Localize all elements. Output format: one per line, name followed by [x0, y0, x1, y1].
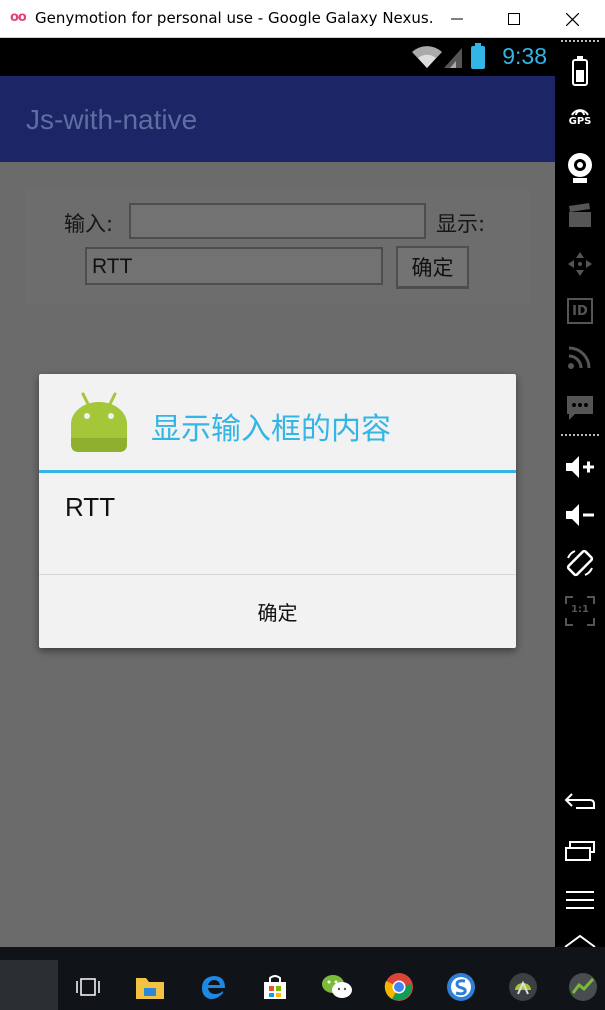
menu-icon — [566, 891, 594, 909]
dpad-icon — [568, 252, 592, 276]
back-icon — [564, 793, 595, 809]
signal-icon — [412, 46, 462, 68]
task-view-button[interactable] — [72, 971, 104, 1003]
volume-up-icon — [566, 456, 594, 478]
home-button[interactable] — [555, 934, 605, 948]
start-area — [0, 960, 58, 1010]
volume-down-icon — [566, 504, 594, 526]
dialog-title-divider — [39, 470, 516, 473]
close-icon — [565, 12, 579, 26]
emulator-toolbar: GPS ID 1:1 — [555, 38, 605, 948]
maximize-button[interactable] — [491, 0, 537, 38]
menu-button[interactable] — [555, 888, 605, 910]
dialog-message: RTT — [65, 492, 116, 522]
display-label: 显示: — [436, 212, 486, 236]
alert-dialog: 显示输入框的内容 RTT 确定 — [39, 374, 516, 648]
app-title: Js-with-native — [26, 104, 198, 135]
battery-widget-button[interactable] — [555, 56, 605, 86]
status-bar: 9:38 — [0, 38, 555, 76]
edge-icon — [202, 976, 225, 1000]
android-screen: 9:38 Js-with-native 输入: 显示: RTT 确定 显示输入框… — [0, 38, 555, 947]
input-form: 输入: 显示: RTT 确定 — [26, 190, 530, 304]
scale-label: 1:1 — [571, 604, 589, 615]
dialog-title: 显示输入框的内容 — [151, 412, 391, 447]
id-icon: ID — [567, 298, 593, 324]
gps-widget-button[interactable]: GPS — [555, 106, 605, 127]
edge-browser-button[interactable] — [197, 971, 229, 1003]
chrome-icon — [384, 973, 413, 1001]
input-field[interactable] — [129, 203, 426, 239]
genymotion-taskbar-button[interactable] — [567, 971, 599, 1003]
input-label: 输入: — [64, 212, 114, 236]
android-studio-button[interactable] — [507, 971, 539, 1003]
capture-widget-button[interactable] — [555, 202, 605, 228]
toolbar-divider — [561, 434, 599, 436]
rotate-icon — [566, 549, 594, 577]
android-robot-icon — [71, 392, 127, 452]
device-id-widget-button[interactable]: ID — [555, 298, 605, 324]
genymotion-logo-icon: oo — [10, 10, 27, 25]
windows-taskbar — [0, 947, 605, 1010]
task-view-icon — [76, 978, 100, 996]
recent-apps-button[interactable] — [555, 840, 605, 862]
close-button[interactable] — [549, 0, 595, 38]
display-field[interactable]: RTT — [85, 247, 383, 285]
maximize-icon — [508, 13, 520, 25]
sms-widget-button[interactable] — [555, 394, 605, 422]
window-titlebar: oo Genymotion for personal use - Google … — [0, 0, 605, 38]
camera-widget-button[interactable] — [555, 152, 605, 184]
dpad-widget-button[interactable] — [555, 250, 605, 278]
network-widget-button[interactable] — [555, 344, 605, 370]
battery-widget-icon — [572, 56, 588, 86]
status-time: 9:38 — [502, 43, 547, 69]
back-button[interactable] — [555, 790, 605, 812]
confirm-button[interactable]: 确定 — [396, 246, 469, 289]
display-field-value: RTT — [92, 255, 133, 278]
minimize-button[interactable] — [434, 0, 480, 38]
dialog-confirm-button[interactable]: 确定 — [39, 575, 516, 648]
genymotion-app-icon — [569, 973, 597, 1001]
recent-apps-icon — [565, 841, 595, 861]
clapperboard-icon — [569, 203, 591, 227]
folder-icon — [136, 978, 164, 999]
rotate-button[interactable] — [555, 548, 605, 578]
sogou-button[interactable] — [445, 971, 477, 1003]
file-explorer-button[interactable] — [134, 971, 166, 1003]
pixel-perfect-button[interactable]: 1:1 — [555, 596, 605, 626]
wechat-button[interactable] — [321, 971, 353, 1003]
gps-icon — [571, 109, 589, 116]
toolbar-divider — [561, 40, 599, 42]
home-icon — [564, 934, 596, 948]
chrome-button[interactable] — [383, 971, 415, 1003]
webcam-icon — [568, 153, 592, 183]
gps-label: GPS — [568, 116, 592, 127]
rss-icon — [568, 346, 591, 369]
minimize-icon — [451, 18, 463, 20]
battery-icon — [471, 43, 485, 69]
volume-up-button[interactable] — [555, 454, 605, 480]
android-studio-icon — [509, 973, 537, 1001]
scale-icon: 1:1 — [565, 596, 595, 626]
wechat-icon — [322, 975, 352, 998]
store-icon — [264, 975, 286, 999]
sogou-icon — [447, 973, 475, 1001]
action-bar: Js-with-native — [0, 76, 555, 162]
window-title: Genymotion for personal use - Google Gal… — [35, 9, 435, 27]
volume-down-button[interactable] — [555, 502, 605, 528]
sms-icon — [567, 396, 593, 420]
store-button[interactable] — [259, 971, 291, 1003]
